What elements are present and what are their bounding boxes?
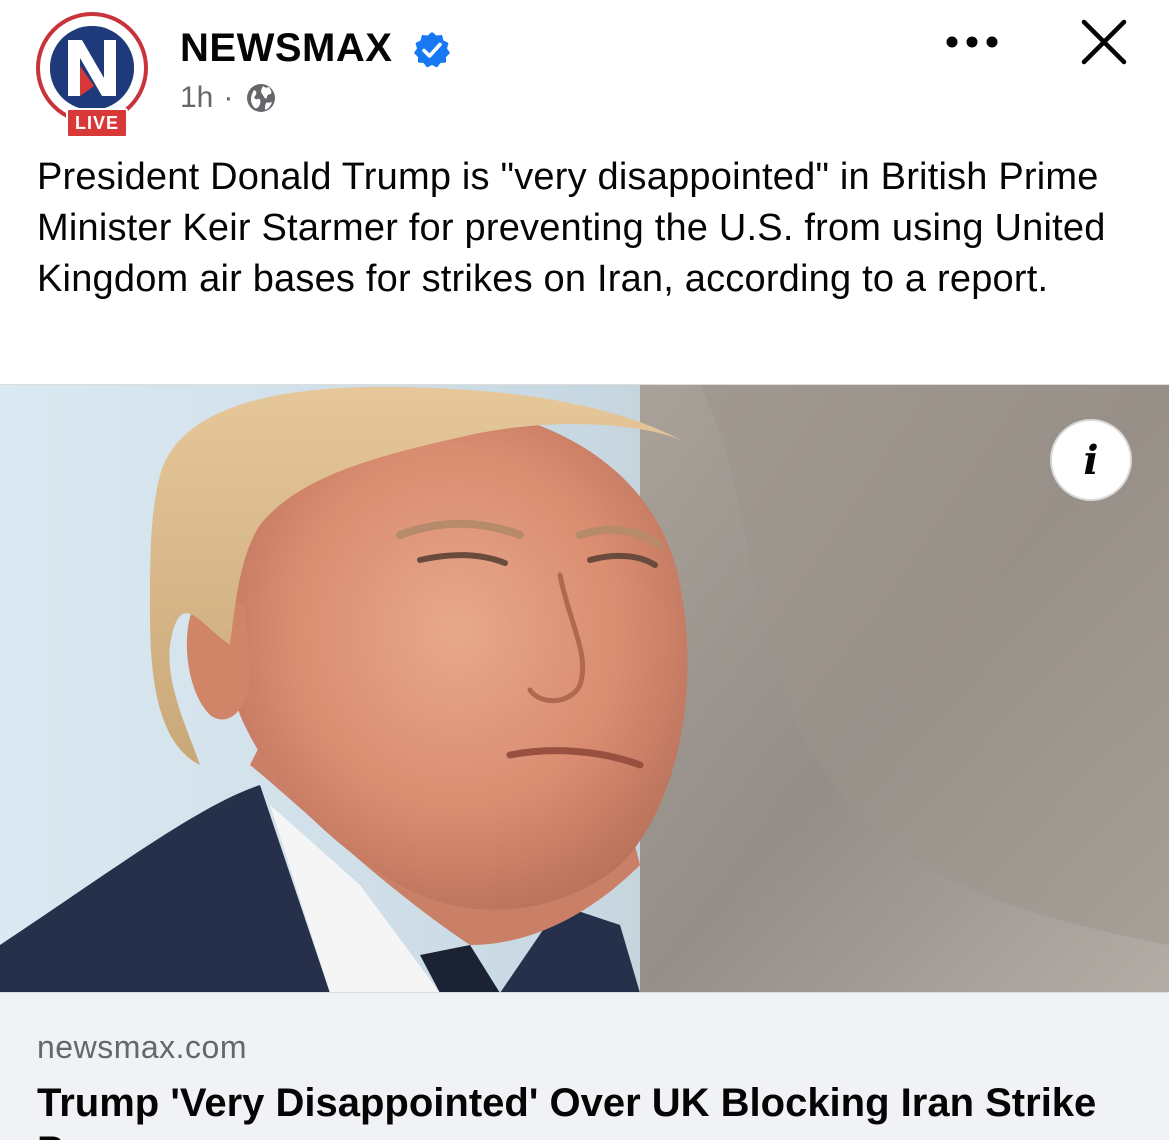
post-meta: 1h · <box>180 80 277 116</box>
image-info-button[interactable]: i <box>1050 419 1132 501</box>
post-caption: President Donald Trump is "very disappoi… <box>37 156 1106 300</box>
globe-icon <box>247 84 276 112</box>
link-preview[interactable]: newsmax.com Trump 'Very Disappointed' Ov… <box>0 992 1169 1140</box>
more-options-button[interactable] <box>940 22 1004 62</box>
newsmax-n-logo-icon <box>50 26 134 110</box>
close-icon[interactable] <box>1076 14 1132 70</box>
page-avatar[interactable]: LIVE <box>36 12 156 138</box>
live-badge: LIVE <box>66 108 128 138</box>
link-domain: newsmax.com <box>37 1029 247 1065</box>
meta-separator: · <box>223 81 234 114</box>
more-options-icon <box>946 36 998 48</box>
portrait-photo <box>0 385 1169 993</box>
page-name[interactable]: NEWSMAX <box>180 26 392 71</box>
facebook-post: LIVE NEWSMAX 1h · President Donald Trump… <box>0 0 1169 1140</box>
post-timestamp[interactable]: 1h <box>180 81 213 115</box>
link-title[interactable]: Trump 'Very Disappointed' Over UK Blocki… <box>37 1079 1137 1140</box>
post-image[interactable] <box>0 384 1169 993</box>
verified-badge-icon <box>414 32 450 68</box>
newsmax-logo <box>50 26 134 110</box>
